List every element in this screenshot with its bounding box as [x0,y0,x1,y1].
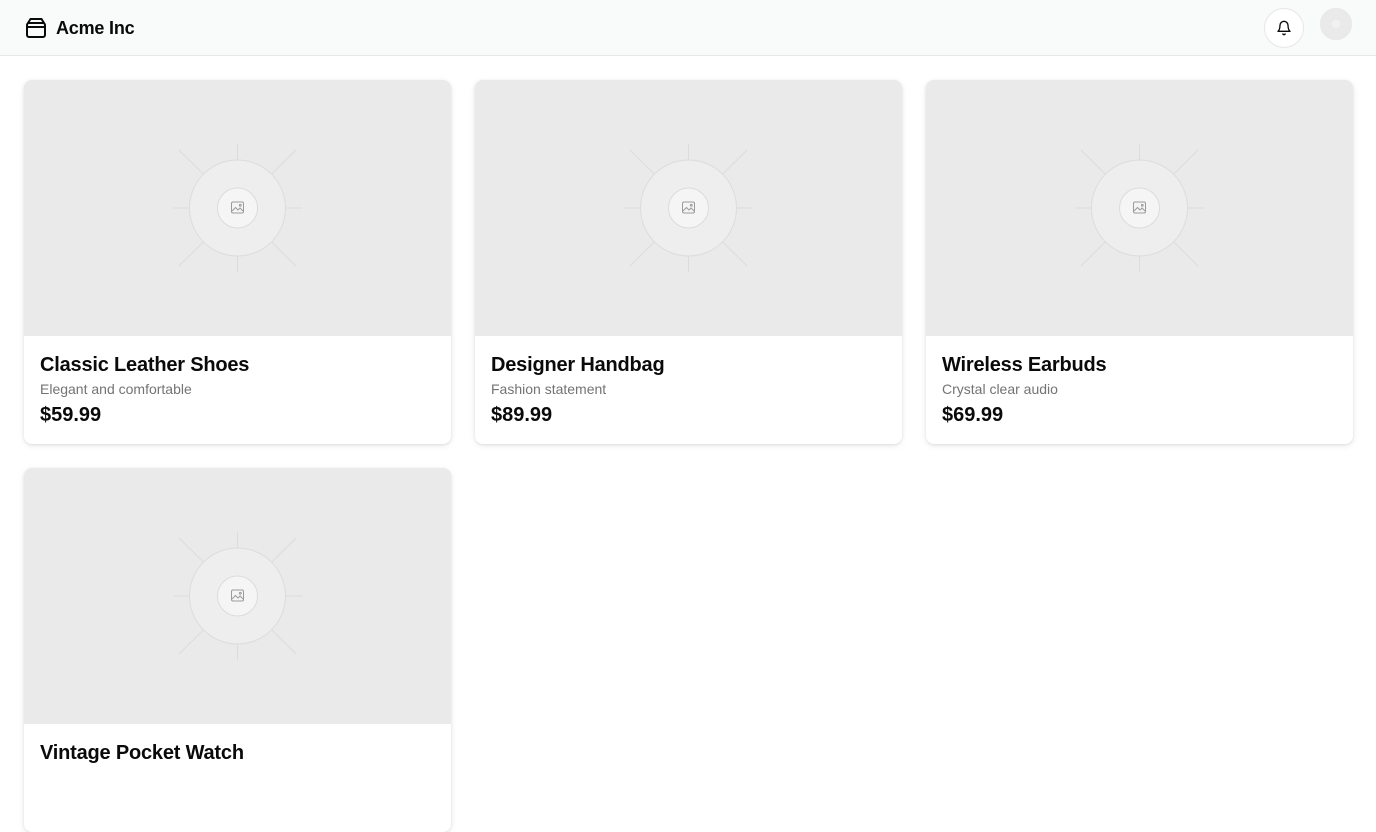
product-grid: Classic Leather Shoes Elegant and comfor… [24,80,1353,832]
bell-icon [1277,20,1291,36]
product-title: Wireless Earbuds [942,354,1107,376]
product-card[interactable]: Classic Leather Shoes Elegant and comfor… [24,80,451,444]
product-card[interactable]: Wireless Earbuds Crystal clear audio $69… [926,80,1353,444]
product-title: Vintage Pocket Watch [40,742,244,764]
product-price: $59.99 [40,404,102,426]
product-title: Classic Leather Shoes [40,354,250,376]
product-image [475,80,902,336]
notifications-button[interactable] [1264,8,1304,48]
product-image [926,80,1353,336]
product-image [24,80,451,336]
top-bar: Acme Inc [0,0,1376,56]
product-description: Crystal clear audio [942,381,1058,397]
user-avatar[interactable] [1320,8,1352,40]
product-title: Designer Handbag [491,354,665,376]
brand-name: Acme Inc [56,17,135,38]
product-description: Elegant and comfortable [40,381,192,397]
package-icon [26,18,46,38]
product-price: $69.99 [942,404,1004,426]
product-card[interactable]: Designer Handbag Fashion statement $89.9… [475,80,902,444]
brand-link[interactable]: Acme Inc [24,15,135,41]
image-placeholder-icon [173,532,302,660]
image-placeholder-icon [624,144,753,272]
image-placeholder-icon [1075,144,1204,272]
product-description: Fashion statement [491,381,607,397]
product-card[interactable]: Vintage Pocket Watch [24,468,451,832]
avatar-placeholder [1332,20,1340,28]
image-placeholder-icon [173,144,302,272]
product-price: $89.99 [491,404,553,426]
product-image [24,468,451,724]
